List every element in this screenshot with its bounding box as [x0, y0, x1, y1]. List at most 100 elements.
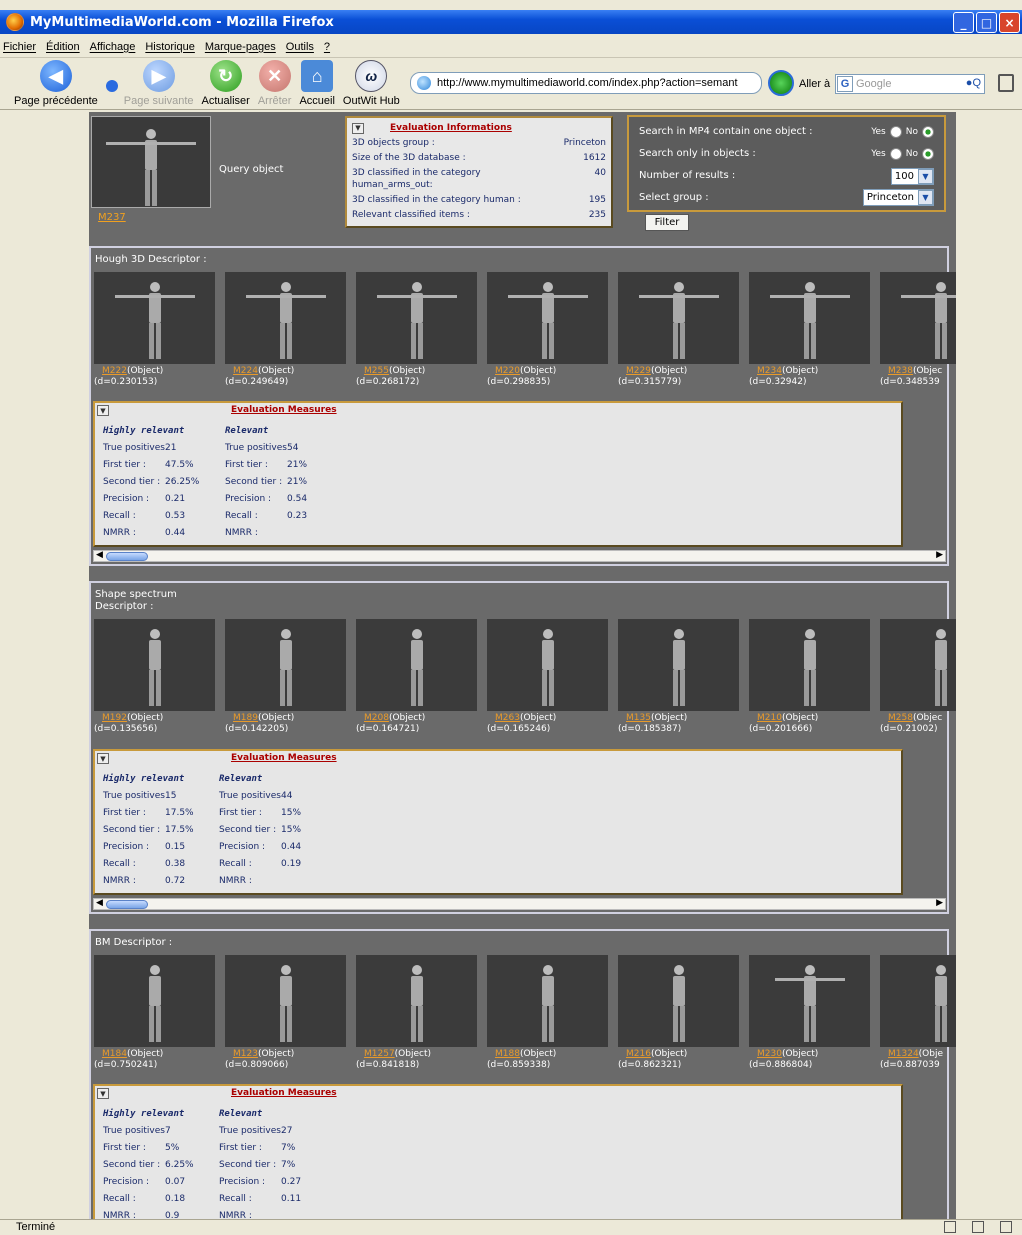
result-link[interactable]: M238: [888, 366, 913, 376]
result-link[interactable]: M1257: [364, 1049, 395, 1059]
minimize-icon[interactable]: _: [953, 12, 974, 33]
result-thumbnail[interactable]: [618, 955, 739, 1047]
result-thumbnail[interactable]: [356, 272, 477, 364]
result-item[interactable]: M123(Object) (d=0.809066): [225, 955, 346, 1071]
result-link[interactable]: M123: [233, 1049, 258, 1059]
result-thumbnail[interactable]: [225, 272, 346, 364]
result-thumbnail[interactable]: [356, 955, 477, 1047]
mp4-yes-radio[interactable]: [889, 126, 902, 138]
query-object-thumbnail[interactable]: [91, 116, 211, 208]
security-icon[interactable]: [972, 1221, 984, 1233]
evaluation-info-title[interactable]: Evaluation Informations: [390, 123, 512, 133]
result-link[interactable]: M263: [495, 713, 520, 723]
evaluation-measures-title[interactable]: Evaluation Measures: [231, 1088, 337, 1098]
query-object-link[interactable]: M237: [98, 212, 126, 223]
result-thumbnail[interactable]: [487, 955, 608, 1047]
objects-yes-radio[interactable]: [889, 148, 902, 160]
result-thumbnail[interactable]: [749, 272, 870, 364]
result-thumbnail[interactable]: [94, 619, 215, 711]
objects-no-radio[interactable]: [922, 148, 934, 160]
result-thumbnail[interactable]: [618, 619, 739, 711]
menu-edition[interactable]: Édition: [46, 41, 80, 53]
result-link[interactable]: M224: [233, 366, 258, 376]
result-item[interactable]: M216(Object) (d=0.862321): [618, 955, 739, 1071]
back-button[interactable]: ◀ Page précédente: [14, 58, 98, 107]
result-item[interactable]: M229(Object) (d=0.315779): [618, 272, 739, 388]
menu-outils[interactable]: Outils: [286, 41, 314, 53]
result-link[interactable]: M1324: [888, 1049, 919, 1059]
result-item[interactable]: M258(Objec (d=0.21002): [880, 619, 956, 735]
result-thumbnail[interactable]: [225, 955, 346, 1047]
maximize-icon[interactable]: □: [976, 12, 997, 33]
result-link[interactable]: M184: [102, 1049, 127, 1059]
window-icon[interactable]: [998, 74, 1014, 92]
filter-button[interactable]: Filter: [645, 214, 689, 231]
scroll-right-icon[interactable]: ▶: [936, 898, 943, 908]
result-item[interactable]: M1324(Obje (d=0.887039: [880, 955, 956, 1071]
result-thumbnail[interactable]: [880, 272, 956, 364]
mp4-no-radio[interactable]: [922, 126, 934, 138]
search-icon[interactable]: ●Q: [966, 77, 981, 89]
history-dropdown-icon[interactable]: [105, 80, 118, 92]
forward-button[interactable]: ▶ Page suivante: [124, 58, 194, 107]
result-thumbnail[interactable]: [94, 955, 215, 1047]
result-item[interactable]: M1257(Object) (d=0.841818): [356, 955, 477, 1071]
page-info-icon[interactable]: [944, 1221, 956, 1233]
result-link[interactable]: M216: [626, 1049, 651, 1059]
results-select[interactable]: 100 ▼: [890, 168, 934, 185]
result-link[interactable]: M255: [364, 366, 389, 376]
search-input[interactable]: G Google ●Q: [835, 74, 985, 94]
scroll-thumb[interactable]: [106, 900, 148, 909]
scroll-thumb[interactable]: [106, 552, 148, 561]
menu-historique[interactable]: Historique: [145, 41, 195, 53]
result-thumbnail[interactable]: [94, 272, 215, 364]
result-thumbnail[interactable]: [749, 619, 870, 711]
result-link[interactable]: M234: [757, 366, 782, 376]
horizontal-scrollbar[interactable]: ◀ ▶: [93, 898, 946, 910]
collapse-icon[interactable]: ▼: [97, 1088, 109, 1099]
evaluation-measures-title[interactable]: Evaluation Measures: [231, 753, 337, 763]
collapse-icon[interactable]: ▼: [97, 405, 109, 416]
result-item[interactable]: M188(Object) (d=0.859338): [487, 955, 608, 1071]
result-link[interactable]: M230: [757, 1049, 782, 1059]
result-item[interactable]: M230(Object) (d=0.886804): [749, 955, 870, 1071]
collapse-icon[interactable]: ▼: [352, 122, 364, 134]
collapse-icon[interactable]: ▼: [97, 753, 109, 764]
result-thumbnail[interactable]: [487, 619, 608, 711]
result-item[interactable]: M210(Object) (d=0.201666): [749, 619, 870, 735]
result-item[interactable]: M255(Object) (d=0.268172): [356, 272, 477, 388]
result-item[interactable]: M208(Object) (d=0.164721): [356, 619, 477, 735]
result-link[interactable]: M135: [626, 713, 651, 723]
reload-button[interactable]: ↻ Actualiser: [202, 58, 250, 107]
outwit-button[interactable]: ω OutWit Hub: [343, 58, 400, 107]
scroll-left-icon[interactable]: ◀: [96, 898, 103, 908]
scroll-right-icon[interactable]: ▶: [936, 550, 943, 560]
result-link[interactable]: M258: [888, 713, 913, 723]
result-thumbnail[interactable]: [749, 955, 870, 1047]
result-thumbnail[interactable]: [487, 272, 608, 364]
result-item[interactable]: M192(Object) (d=0.135656): [94, 619, 215, 735]
result-item[interactable]: M220(Object) (d=0.298835): [487, 272, 608, 388]
result-link[interactable]: M192: [102, 713, 127, 723]
result-item[interactable]: M234(Object) (d=0.32942): [749, 272, 870, 388]
group-select[interactable]: Princeton ▼: [862, 189, 934, 206]
result-item[interactable]: M224(Object) (d=0.249649): [225, 272, 346, 388]
result-thumbnail[interactable]: [618, 272, 739, 364]
result-thumbnail[interactable]: [880, 955, 956, 1047]
result-thumbnail[interactable]: [356, 619, 477, 711]
menu-help[interactable]: ?: [324, 41, 330, 53]
result-link[interactable]: M208: [364, 713, 389, 723]
menu-affichage[interactable]: Affichage: [90, 41, 136, 53]
stop-button[interactable]: ✕ Arrêter: [258, 58, 291, 107]
result-link[interactable]: M188: [495, 1049, 520, 1059]
go-label[interactable]: Aller à: [799, 78, 830, 90]
result-item[interactable]: M135(Object) (d=0.185387): [618, 619, 739, 735]
result-link[interactable]: M222: [102, 366, 127, 376]
result-item[interactable]: M263(Object) (d=0.165246): [487, 619, 608, 735]
check-icon[interactable]: [1000, 1221, 1012, 1233]
home-button[interactable]: ⌂ Accueil: [299, 58, 335, 107]
result-item[interactable]: M184(Object) (d=0.750241): [94, 955, 215, 1071]
result-item[interactable]: M189(Object) (d=0.142205): [225, 619, 346, 735]
result-thumbnail[interactable]: [880, 619, 956, 711]
result-link[interactable]: M220: [495, 366, 520, 376]
